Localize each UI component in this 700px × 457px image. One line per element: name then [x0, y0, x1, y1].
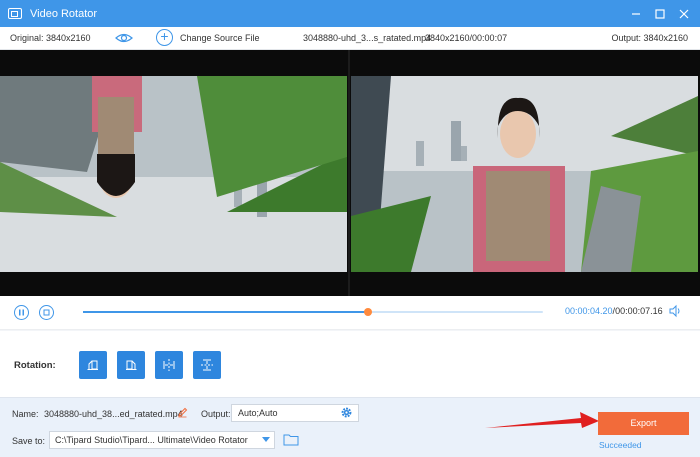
maximize-icon[interactable] — [650, 4, 670, 24]
chevron-down-icon[interactable] — [259, 432, 273, 448]
stop-button[interactable] — [39, 305, 54, 320]
rotate-right-icon — [126, 360, 137, 370]
output-file-name: 3048880-uhd_38...ed_ratated.mp4 — [44, 409, 183, 419]
flip-horizontal-icon — [163, 359, 175, 371]
progress-fill — [83, 311, 369, 313]
window-controls — [626, 0, 694, 27]
playback-controls: 00:00:04.20/00:00:07.16 — [0, 296, 700, 330]
red-arrow-icon — [485, 412, 599, 428]
rotate-right-button[interactable] — [117, 351, 145, 379]
rotate-left-icon — [87, 360, 98, 370]
name-label: Name: — [12, 409, 39, 419]
app-logo-icon — [8, 8, 22, 19]
add-icon[interactable]: + — [156, 29, 173, 46]
window-title: Video Rotator — [30, 7, 98, 20]
rotation-label: Rotation: — [14, 360, 56, 371]
source-file-info: 3840x2160/00:00:07 — [425, 33, 508, 43]
volume-icon[interactable] — [668, 304, 682, 318]
output-preview — [351, 76, 698, 272]
close-icon[interactable] — [674, 4, 694, 24]
minimize-icon[interactable] — [626, 4, 646, 24]
flip-vertical-icon — [201, 359, 213, 371]
output-label: Output: — [201, 409, 231, 419]
pause-button[interactable] — [14, 305, 29, 320]
progress-slider[interactable] — [83, 308, 543, 316]
video-rotator-window: Video Rotator Original: 3840x2160 + Chan… — [0, 0, 700, 457]
settings-gear-icon[interactable] — [340, 406, 353, 419]
stop-icon — [43, 309, 50, 316]
save-path-field[interactable]: C:\Tipard Studio\Tipard... Ultimate\Vide… — [49, 431, 275, 449]
export-button[interactable]: Export — [598, 412, 689, 435]
flip-vertical-button[interactable] — [193, 351, 221, 379]
title-bar: Video Rotator — [0, 0, 700, 27]
export-status: Succeeded — [599, 440, 642, 450]
progress-handle[interactable] — [364, 308, 373, 316]
flip-horizontal-button[interactable] — [155, 351, 183, 379]
output-resolution: Output: 3840x2160 — [611, 33, 688, 43]
output-video-frame — [351, 76, 698, 272]
preview-divider — [348, 50, 350, 296]
preview-area — [0, 50, 700, 296]
original-video-frame — [0, 76, 347, 272]
save-to-label: Save to: — [12, 436, 46, 446]
original-resolution: Original: 3840x2160 — [10, 33, 91, 43]
original-preview — [0, 76, 347, 272]
time-display: 00:00:04.20/00:00:07.16 — [565, 306, 663, 316]
source-file-name: 3048880-uhd_3...s_ratated.mp4 — [303, 33, 432, 43]
total-time: 00:00:07.16 — [615, 306, 663, 316]
pause-icon — [19, 309, 24, 316]
eye-icon[interactable] — [115, 31, 133, 45]
export-panel: Name: 3048880-uhd_38...ed_ratated.mp4 Ou… — [0, 397, 700, 457]
change-source-file-button[interactable]: Change Source File — [180, 33, 260, 43]
edit-name-icon[interactable] — [177, 407, 188, 418]
rotation-panel: Rotation: — [0, 331, 700, 397]
folder-icon[interactable] — [283, 433, 299, 446]
rotate-left-button[interactable] — [79, 351, 107, 379]
current-time: 00:00:04.20 — [565, 306, 613, 316]
info-bar: Original: 3840x2160 + Change Source File… — [0, 27, 700, 50]
